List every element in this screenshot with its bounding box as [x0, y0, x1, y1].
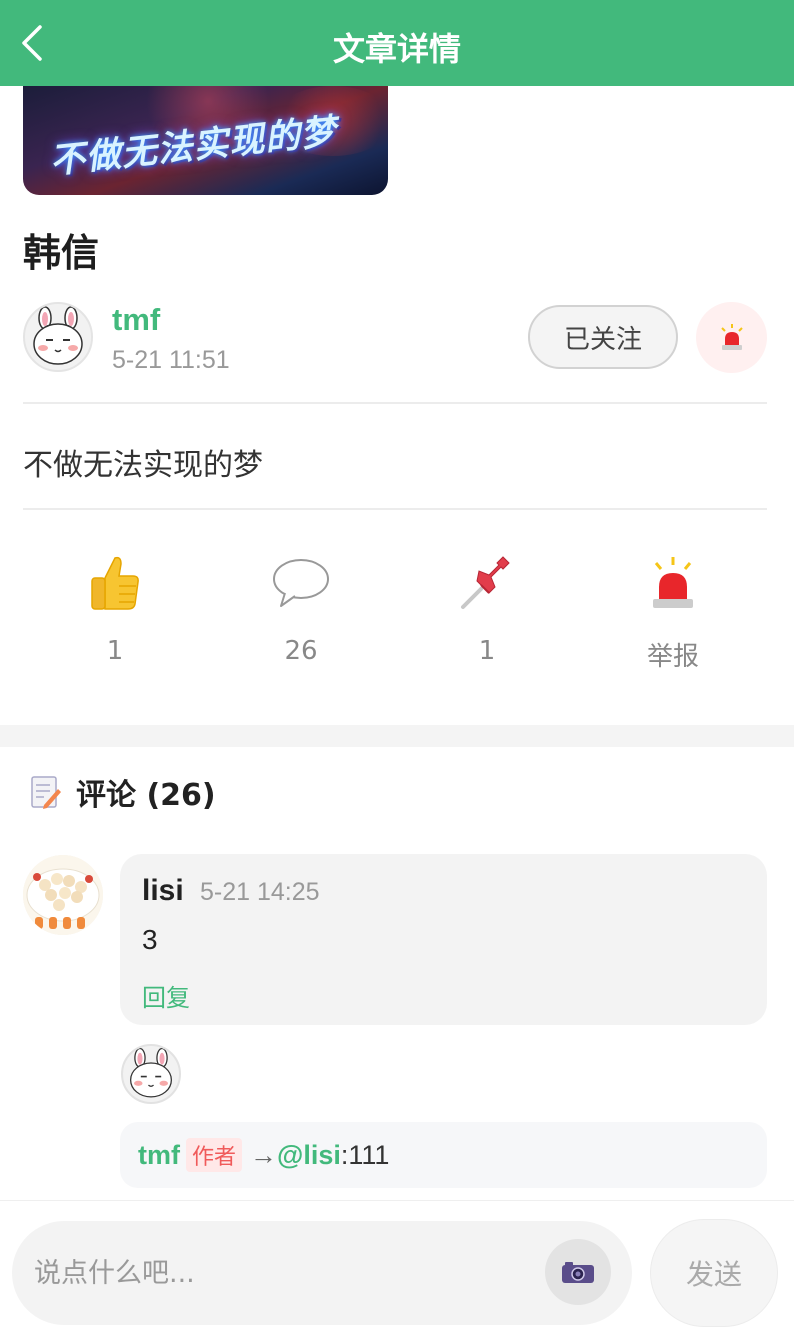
comment-input[interactable] [34, 1251, 534, 1295]
thumbs-up-icon [91, 556, 139, 610]
section-separator [0, 725, 794, 747]
pin-count: 1 [478, 636, 496, 666]
like-count: 1 [106, 636, 124, 666]
reply-target[interactable]: @lisi [277, 1140, 341, 1171]
comments-title: 评论 (26) [76, 778, 216, 813]
camera-icon [562, 1262, 594, 1283]
divider [23, 508, 767, 510]
page-title: 文章详情 [332, 30, 461, 68]
article-cover-image: 不做无法实现的梦 [23, 86, 388, 195]
pin-button[interactable]: 1 [422, 548, 552, 666]
article-title: 韩信 [23, 231, 100, 275]
top-bar: 文章详情 [0, 0, 794, 86]
reply-text: 111 [348, 1139, 390, 1170]
comment-count: 26 [284, 636, 318, 666]
comment-input-box [12, 1221, 632, 1325]
reply-item: tmf 作者 → @lisi : 111 [120, 1122, 767, 1188]
report-button[interactable] [696, 302, 767, 373]
avatar[interactable] [23, 855, 103, 935]
report-action[interactable]: 举报 [608, 548, 738, 673]
post-time: 5-21 11:51 [112, 346, 230, 374]
reply-colon: : [340, 1139, 349, 1170]
pushpin-icon [461, 556, 510, 609]
author-badge: 作者 [186, 1138, 243, 1172]
report-label: 举报 [646, 642, 699, 672]
author-name[interactable]: tmf [112, 302, 160, 338]
send-button[interactable]: 发送 [650, 1219, 778, 1327]
comment-user[interactable]: lisi [142, 874, 184, 908]
comment-bubble: lisi 5-21 14:25 3 回复 [120, 854, 767, 1025]
camera-button[interactable] [545, 1239, 611, 1305]
comment-composer: 发送 [0, 1200, 794, 1338]
comments-header: 评论 (26) [30, 770, 216, 814]
comment-text: 3 [142, 924, 158, 955]
siren-icon [720, 323, 743, 350]
follow-button[interactable]: 已关注 [528, 305, 678, 369]
comment-button[interactable]: 26 [236, 548, 366, 666]
reply-link[interactable]: 回复 [142, 978, 190, 1013]
like-button[interactable]: 1 [50, 548, 180, 666]
divider [23, 402, 767, 404]
article-body: 不做无法实现的梦 [23, 448, 263, 483]
reply-arrow: → [250, 1139, 278, 1170]
speech-bubble-icon [273, 559, 329, 607]
memo-icon [31, 776, 61, 809]
comment-time: 5-21 14:25 [200, 878, 320, 906]
siren-icon [653, 557, 693, 608]
author-avatar[interactable] [23, 302, 93, 372]
avatar[interactable] [121, 1044, 181, 1104]
reply-user[interactable]: tmf [138, 1140, 180, 1171]
